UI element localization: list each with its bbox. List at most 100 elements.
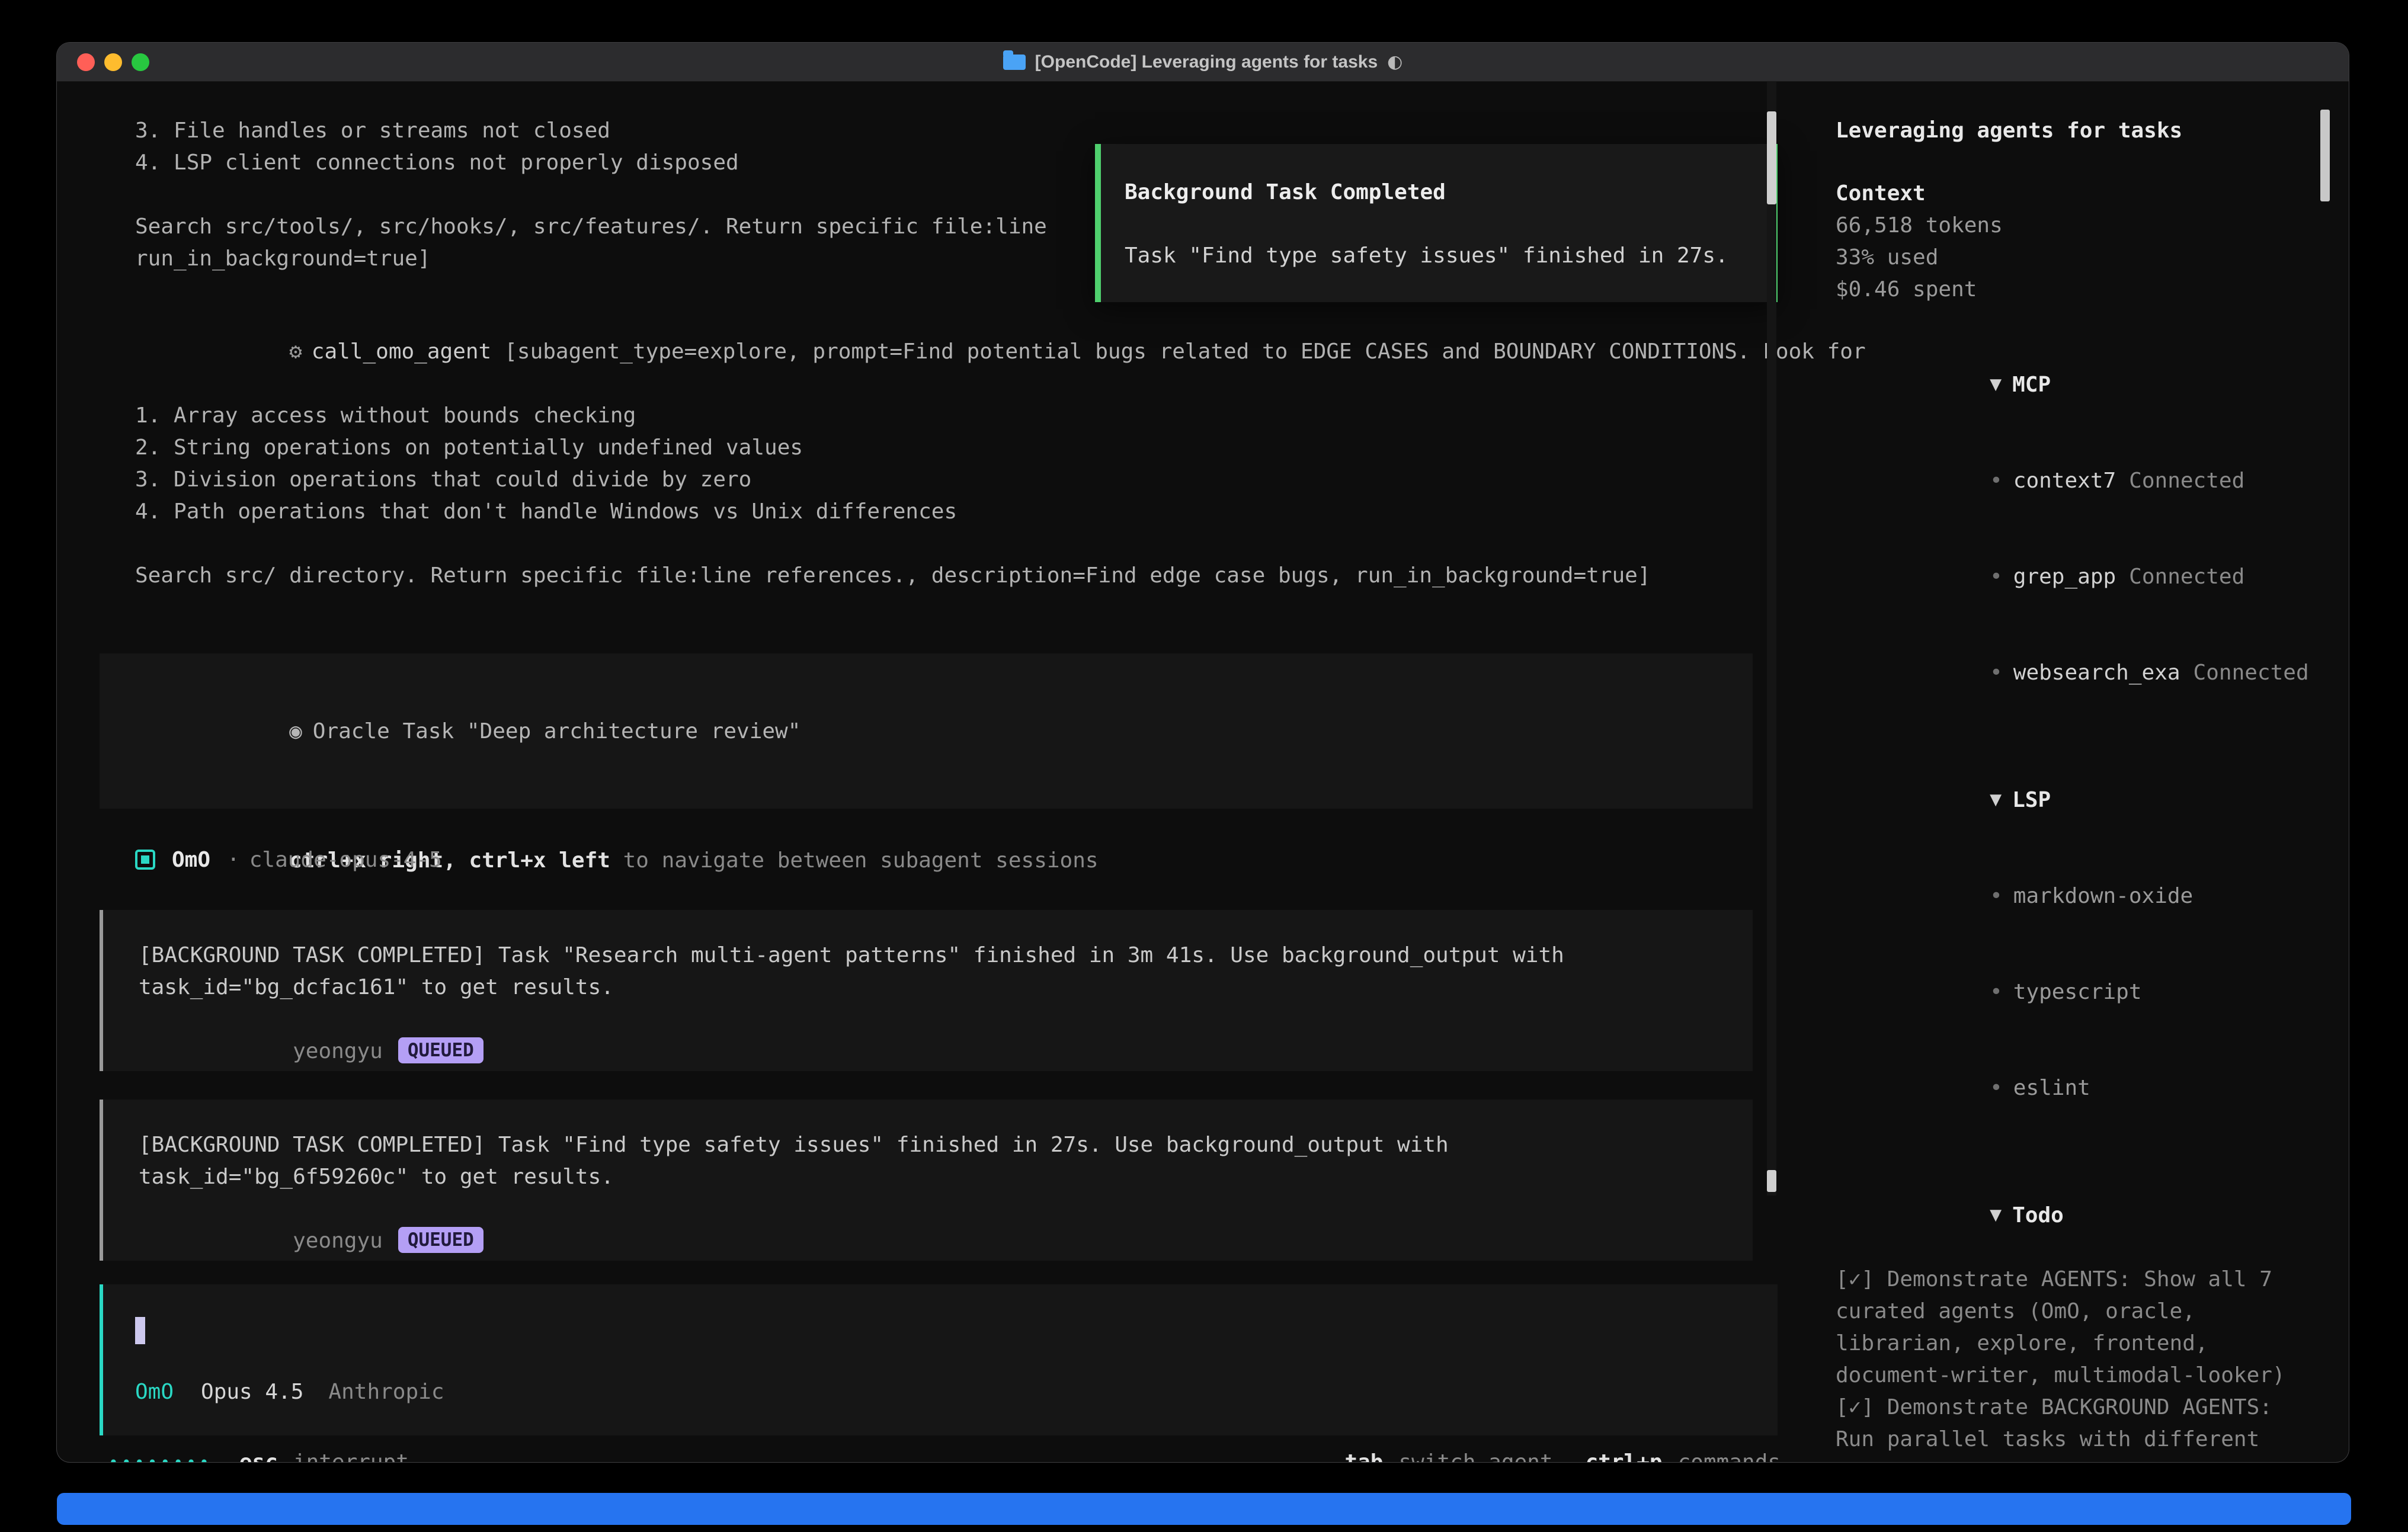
mcp-item-status: Connected: [2194, 661, 2309, 685]
todo-item-line: models: [1836, 1456, 2327, 1462]
notification-toast[interactable]: Background Task Completed Task "Find typ…: [1095, 144, 1778, 302]
session-sidebar: Leveraging agents for tasks Context 66,5…: [1812, 82, 2349, 1462]
output-line: 3. Division operations that could divide…: [135, 464, 1812, 496]
traffic-lights: [77, 43, 149, 82]
ctrlp-hint-key: ctrl+p: [1586, 1450, 1663, 1463]
message-line: [BACKGROUND TASK COMPLETED] Task "Find t…: [139, 1129, 1753, 1161]
todo-item-line: [✓] Demonstrate AGENTS: Show all 7: [1836, 1264, 2327, 1296]
lsp-item-name: markdown-oxide: [2013, 884, 2193, 908]
active-agent-label: OmO: [135, 1380, 174, 1404]
sidebar-scrollbar-thumb[interactable]: [2320, 110, 2330, 201]
message-author: yeongyu: [293, 1229, 383, 1253]
notification-title: Background Task Completed: [1125, 177, 1774, 209]
ctrlp-hint-label: commands: [1678, 1450, 1781, 1463]
active-model-label: Opus 4.5: [201, 1380, 303, 1404]
oracle-task-title: Oracle Task "Deep architecture review": [313, 719, 801, 743]
main-scrollbar-thumb-lower[interactable]: [1767, 1170, 1776, 1192]
hint-text: to navigate between subagent sessions: [610, 848, 1099, 873]
message-meta: yeongyu QUEUED: [139, 1193, 1753, 1289]
agent-model: claude-opus-4-5: [249, 848, 442, 872]
todo-section: ▼ Todo [✓] Demonstrate AGENTS: Show all 7…: [1836, 1167, 2327, 1462]
minimize-button[interactable]: [104, 53, 122, 71]
output-line: 1. Array access without bounds checking: [135, 400, 1812, 432]
session-title: Leveraging agents for tasks: [1836, 115, 2327, 147]
message-author: yeongyu: [293, 1039, 383, 1063]
main-scrollbar-track[interactable]: [1767, 82, 1776, 1196]
text-cursor: [135, 1317, 145, 1344]
bullet-icon: •: [1990, 469, 2003, 493]
background-window-edge[interactable]: [57, 1493, 2351, 1525]
chevron-down-icon: ▼: [1990, 791, 2002, 809]
chevron-down-icon: ▼: [1990, 376, 2002, 393]
mcp-item-name: websearch_exa: [2013, 661, 2180, 685]
lsp-header[interactable]: ▼ LSP: [1836, 752, 2327, 848]
todo-item-line: curated agents (OmO, oracle,: [1836, 1296, 2327, 1328]
message-line: task_id="bg_6f59260c" to get results.: [139, 1161, 1753, 1193]
desktop: [OpenCode] Leveraging agents for tasks ◐…: [0, 0, 2408, 1532]
lsp-item: • markdown-oxide: [1836, 848, 2327, 944]
mcp-item: • context7 Connected: [1836, 433, 2327, 529]
oracle-task-panel: ◉Oracle Task "Deep architecture review" …: [100, 653, 1753, 809]
window-title-text: [OpenCode] Leveraging agents for tasks: [1035, 52, 1378, 72]
esc-hint-key: esc: [239, 1450, 278, 1463]
oracle-task-title-row: ◉Oracle Task "Deep architecture review": [135, 684, 1753, 780]
mcp-item-name: context7: [2013, 469, 2116, 493]
status-bar: •••••••• esc interrupt tab switch agent …: [57, 1446, 1812, 1462]
message-meta: yeongyuQUEUED: [139, 1004, 1753, 1100]
todo-item-line: [✓] Demonstrate BACKGROUND AGENTS:: [1836, 1392, 2327, 1424]
prompt-input[interactable]: OmO Opus 4.5 Anthropic: [100, 1284, 1778, 1435]
output-line: 2. String operations on potentially unde…: [135, 432, 1812, 464]
tool-args: [subagent_type=explore, prompt=Find pote…: [504, 339, 1865, 364]
window-content: 3. File handles or streams not closed 4.…: [57, 82, 2349, 1462]
terminal-main: 3. File handles or streams not closed 4.…: [57, 82, 1812, 1462]
lsp-item-name: eslint: [2013, 1076, 2090, 1100]
terminal-window: [OpenCode] Leveraging agents for tasks ◐…: [57, 43, 2349, 1462]
mcp-header[interactable]: ▼MCP: [1836, 336, 2327, 433]
progress-moon-icon: ◐: [1387, 52, 1402, 72]
mcp-item: • websearch_exa Connected: [1836, 625, 2327, 721]
main-scrollbar-thumb[interactable]: [1767, 111, 1776, 204]
mcp-item-status: Connected: [2129, 469, 2244, 493]
bullet-icon: •: [1990, 980, 2003, 1004]
message-line: [BACKGROUND TASK COMPLETED] Task "Resear…: [139, 940, 1753, 972]
todo-header[interactable]: ▼ Todo: [1836, 1167, 2327, 1264]
context-section: Context 66,518 tokens 33% used $0.46 spe…: [1836, 178, 2327, 306]
tab-hint-key: tab: [1344, 1450, 1383, 1463]
tool-name: call_omo_agent: [312, 339, 491, 364]
gear-icon: ⚙: [289, 339, 302, 364]
output-line: Search src/ directory. Return specific f…: [135, 560, 1812, 592]
mcp-item-name: grep_app: [2013, 565, 2116, 589]
titlebar[interactable]: [OpenCode] Leveraging agents for tasks ◐: [57, 43, 2349, 82]
todo-header-label: Todo: [2012, 1203, 2064, 1227]
lsp-header-label: LSP: [2012, 788, 2051, 812]
bullet-icon: •: [1990, 884, 2003, 908]
output-line: 4. Path operations that don't handle Win…: [135, 496, 1812, 528]
lsp-item: •eslint: [1836, 1040, 2327, 1136]
context-used: 33% used: [1836, 242, 2327, 274]
esc-hint-label: interrupt: [293, 1450, 409, 1463]
todo-item-line: librarian, explore, frontend,: [1836, 1328, 2327, 1360]
agent-name: OmO: [172, 848, 210, 872]
tool-call-line: ⚙call_omo_agent[subagent_type=explore, p…: [135, 304, 1812, 400]
output-line: [135, 528, 1812, 560]
lsp-section: ▼ LSP • markdown-oxide • typescript •eslint: [1836, 752, 2327, 1136]
status-badge: QUEUED: [398, 1227, 483, 1253]
window-title: [OpenCode] Leveraging agents for tasks ◐: [1003, 52, 1403, 72]
notification-body: Task "Find type safety issues" finished …: [1125, 240, 1774, 272]
output-line: 3. File handles or streams not closed: [135, 115, 1812, 147]
chevron-down-icon: ▼: [1990, 1206, 2002, 1224]
tab-hint-label: switch agent: [1398, 1450, 1552, 1463]
background-task-message: [BACKGROUND TASK COMPLETED] Task "Resear…: [100, 910, 1753, 1071]
lsp-item-name: typescript: [2013, 980, 2142, 1004]
status-bar-hints: tab switch agent ctrl+p commands: [1344, 1450, 1781, 1463]
context-tokens: 66,518 tokens: [1836, 210, 2327, 242]
tool-call-block: ⚙call_omo_agent[subagent_type=explore, p…: [135, 304, 1812, 592]
close-button[interactable]: [77, 53, 95, 71]
bullet-icon: •: [1990, 565, 2003, 589]
folder-icon: [1003, 55, 1026, 70]
zoom-button[interactable]: [132, 53, 149, 71]
message-line: task_id="bg_dcfac161" to get results.: [139, 972, 1753, 1004]
bullet-icon: •: [1990, 661, 2003, 685]
spinner-dots-icon: ••••••••: [108, 1453, 212, 1463]
context-header: Context: [1836, 178, 2327, 210]
